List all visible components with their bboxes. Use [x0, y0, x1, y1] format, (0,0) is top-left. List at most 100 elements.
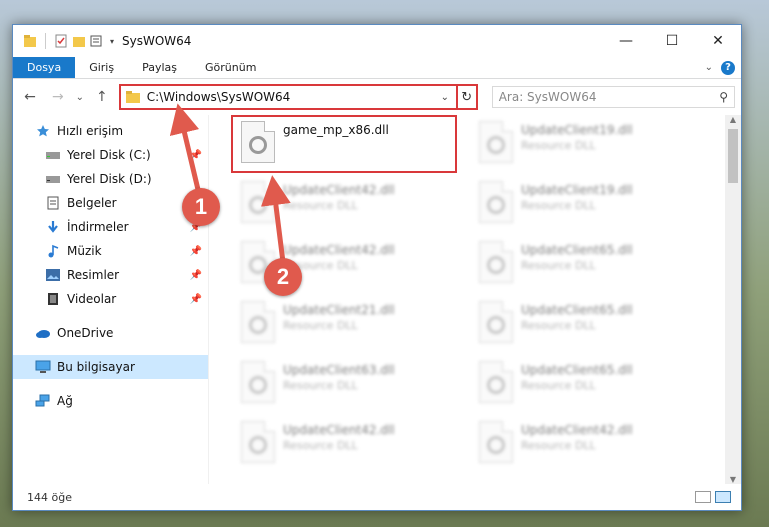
address-bar[interactable]: C:\Windows\SysWOW64 ⌄ — [118, 84, 458, 110]
sidebar-item-label: Yerel Disk (D:) — [67, 172, 152, 186]
step-marker-1: 1 — [182, 188, 220, 226]
dll-file-icon — [241, 121, 275, 163]
dll-file-icon — [241, 301, 275, 343]
file-type: Resource DLL — [283, 199, 358, 212]
folder-icon[interactable] — [23, 34, 37, 48]
file-type: Resource DLL — [521, 259, 596, 272]
quick-access-toolbar: ▾ — [23, 33, 114, 49]
ribbon-tabs: Dosya Giriş Paylaş Görünüm ⌄ ? — [13, 57, 741, 79]
ribbon-right: ⌄ ? — [705, 57, 741, 78]
file-tile[interactable]: UpdateClient65.dll Resource DLL — [471, 357, 695, 413]
forward-button[interactable]: → — [47, 86, 69, 108]
scroll-down-icon[interactable]: ▼ — [725, 475, 741, 484]
file-name: game_mp_x86.dll — [283, 123, 389, 137]
properties-icon[interactable] — [54, 34, 68, 48]
gear-icon — [249, 136, 267, 154]
file-type: Resource DLL — [521, 199, 596, 212]
video-icon — [45, 291, 61, 307]
file-name: UpdateClient19.dll — [521, 183, 633, 197]
file-tile[interactable]: UpdateClient21.dll Resource DLL — [233, 297, 457, 353]
sidebar-item-network[interactable]: Ağ — [13, 389, 208, 413]
file-tile[interactable]: UpdateClient42.dll Resource DLL — [471, 417, 695, 473]
tab-view[interactable]: Görünüm — [191, 57, 270, 78]
new-folder-icon[interactable] — [72, 34, 86, 48]
details-view-icon[interactable] — [695, 491, 711, 503]
file-tile[interactable]: UpdateClient63.dll Resource DLL — [233, 357, 457, 413]
expand-ribbon-icon[interactable]: ⌄ — [705, 62, 713, 73]
tiles-view-icon[interactable] — [715, 491, 731, 503]
sidebar-item-disk-d[interactable]: Yerel Disk (D:) — [13, 167, 208, 191]
documents-icon — [45, 195, 61, 211]
sidebar-item-videos[interactable]: Videolar 📌 — [13, 287, 208, 311]
network-icon — [35, 393, 51, 409]
file-name: UpdateClient42.dll — [521, 423, 633, 437]
file-name: UpdateClient65.dll — [521, 243, 633, 257]
file-tile[interactable]: UpdateClient42.dll Resource DLL — [233, 177, 457, 233]
address-dropdown-icon[interactable]: ⌄ — [434, 92, 456, 103]
file-tile[interactable]: UpdateClient65.dll Resource DLL — [471, 237, 695, 293]
step-marker-2: 2 — [264, 258, 302, 296]
recent-locations-icon[interactable]: ⌄ — [75, 86, 85, 108]
dll-file-icon — [479, 361, 513, 403]
file-tile[interactable]: UpdateClient19.dll Resource DLL — [471, 117, 695, 173]
file-name: UpdateClient65.dll — [521, 363, 633, 377]
explorer-window: ▾ SysWOW64 — ☐ ✕ Dosya Giriş Paylaş Görü… — [12, 24, 742, 511]
navigation-pane: Hızlı erişim Yerel Disk (C:) 📌 Yerel Dis… — [13, 115, 209, 484]
file-tile-game-mp-x86[interactable]: game_mp_x86.dll — [233, 117, 457, 173]
dll-file-icon — [479, 241, 513, 283]
address-path: C:\Windows\SysWOW64 — [146, 90, 291, 104]
file-name: UpdateClient42.dll — [283, 183, 395, 197]
gear-icon — [249, 316, 267, 334]
sidebar-item-quick-access[interactable]: Hızlı erişim — [13, 119, 208, 143]
file-tile[interactable]: UpdateClient42.dll Resource DLL — [233, 417, 457, 473]
sidebar-item-music[interactable]: Müzik 📌 — [13, 239, 208, 263]
vertical-scrollbar[interactable]: ▲ ▼ — [725, 115, 741, 484]
tab-file[interactable]: Dosya — [13, 57, 76, 78]
gear-icon — [249, 196, 267, 214]
sidebar-item-label: Videolar — [67, 292, 117, 306]
drive-icon — [45, 171, 61, 187]
back-button[interactable]: ← — [19, 86, 41, 108]
item-count: 144 öğe — [27, 490, 72, 504]
minimize-button[interactable]: — — [603, 25, 649, 57]
search-input[interactable]: Ara: SysWOW64 ⚲ — [491, 86, 735, 108]
star-icon — [35, 123, 51, 139]
scrollbar-thumb[interactable] — [728, 129, 738, 183]
refresh-button[interactable]: ↻ — [455, 84, 478, 110]
tab-home[interactable]: Giriş — [75, 57, 128, 78]
dll-file-icon — [479, 121, 513, 163]
pin-icon: 📌 — [189, 149, 202, 161]
highlighted-file-tile[interactable]: game_mp_x86.dll — [231, 115, 457, 173]
file-tile[interactable]: UpdateClient19.dll Resource DLL — [471, 177, 695, 233]
dll-file-icon — [241, 361, 275, 403]
sidebar-item-downloads[interactable]: İndirmeler 📌 — [13, 215, 208, 239]
view-options-icon[interactable] — [90, 34, 106, 48]
window-title: SysWOW64 — [122, 34, 192, 48]
file-type: Resource DLL — [283, 379, 358, 392]
up-button[interactable]: ↑ — [91, 86, 113, 108]
maximize-button[interactable]: ☐ — [649, 25, 695, 57]
sidebar-item-this-pc[interactable]: Bu bilgisayar — [13, 355, 208, 379]
dll-file-icon — [479, 421, 513, 463]
gear-icon — [487, 136, 505, 154]
scroll-up-icon[interactable]: ▲ — [725, 115, 741, 124]
file-name: UpdateClient42.dll — [283, 243, 395, 257]
customize-dropdown-icon[interactable]: ▾ — [110, 37, 114, 46]
sidebar-item-disk-c[interactable]: Yerel Disk (C:) 📌 — [13, 143, 208, 167]
help-icon[interactable]: ? — [721, 60, 735, 75]
pin-icon: 📌 — [189, 245, 202, 257]
file-name: UpdateClient42.dll — [283, 423, 395, 437]
folder-icon — [125, 91, 140, 103]
tab-share[interactable]: Paylaş — [128, 57, 191, 78]
dll-file-icon — [241, 181, 275, 223]
music-icon — [45, 243, 61, 259]
pin-icon: 📌 — [189, 293, 202, 305]
drive-icon — [45, 147, 61, 163]
close-button[interactable]: ✕ — [695, 25, 741, 57]
sidebar-item-documents[interactable]: Belgeler 📌 — [13, 191, 208, 215]
file-tile[interactable]: UpdateClient65.dll Resource DLL — [471, 297, 695, 353]
sidebar-item-pictures[interactable]: Resimler 📌 — [13, 263, 208, 287]
sidebar-item-onedrive[interactable]: OneDrive — [13, 321, 208, 345]
file-name: UpdateClient65.dll — [521, 303, 633, 317]
view-switcher — [695, 491, 741, 503]
